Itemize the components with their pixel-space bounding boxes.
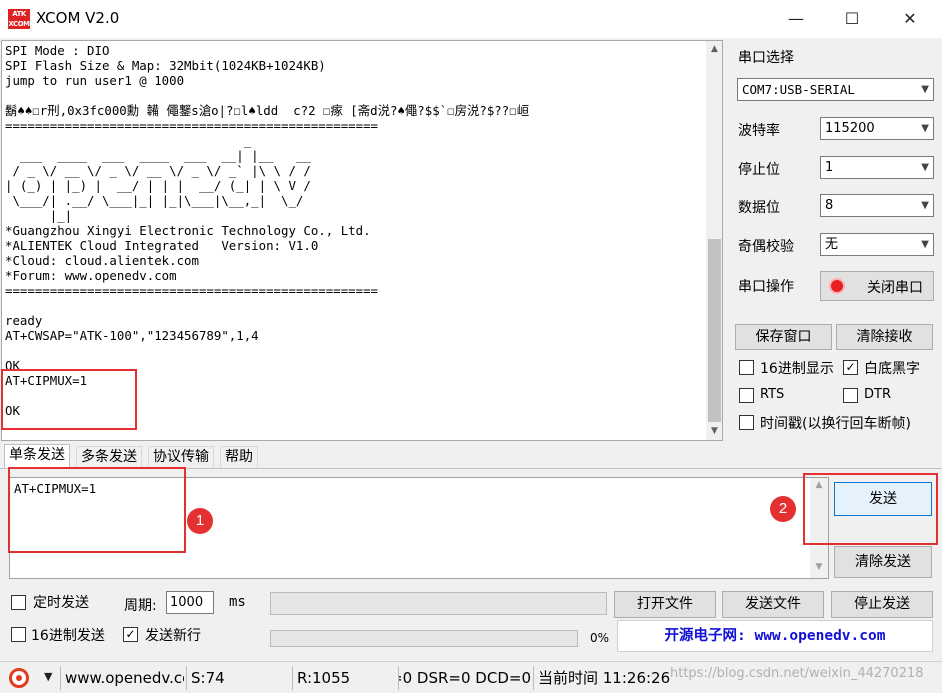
- rts-checkbox[interactable]: [739, 388, 754, 403]
- receive-text: SPI Mode : DIO SPI Flash Size & Map: 32M…: [5, 43, 530, 418]
- send-progress-bar: [270, 630, 578, 647]
- period-input[interactable]: 1000: [166, 591, 214, 614]
- stop-bits-label: 停止位: [738, 162, 780, 178]
- data-bits-value: 8: [825, 198, 834, 213]
- chevron-down-icon: ▼: [921, 123, 929, 134]
- baud-value: 115200: [825, 121, 875, 136]
- status-current-time: 当前时间 11:26:26: [533, 666, 673, 690]
- tab-help[interactable]: 帮助: [220, 446, 258, 468]
- close-port-button[interactable]: 关闭串口: [820, 271, 934, 301]
- period-label: 周期:: [124, 598, 157, 614]
- annotation-badge-1: 1: [187, 508, 213, 534]
- chevron-down-icon: ▼: [921, 239, 929, 250]
- port-status-light-icon: [829, 278, 845, 294]
- port-select[interactable]: COM7:USB-SERIAL ▼: [737, 78, 934, 101]
- scroll-up-icon[interactable]: ▲: [706, 41, 722, 58]
- send-progress-text: 0%: [590, 631, 610, 645]
- scroll-down-icon[interactable]: ▼: [706, 423, 722, 440]
- hex-send-checkbox[interactable]: [11, 627, 26, 642]
- scroll-down-icon[interactable]: ▼: [810, 562, 828, 572]
- open-file-button[interactable]: 打开文件: [614, 591, 716, 618]
- tab-single-send[interactable]: 单条发送: [4, 444, 70, 469]
- white-black-label: 白底黑字: [864, 361, 920, 377]
- forum-link[interactable]: 开源电子网: www.openedv.com: [617, 620, 933, 652]
- window-title: XCOM V2.0: [36, 9, 120, 27]
- status-url[interactable]: www.openedv.com: [60, 666, 184, 690]
- timed-send-label: 定时发送: [33, 595, 89, 611]
- settings-icon[interactable]: [9, 668, 29, 688]
- close-button[interactable]: ✕: [882, 0, 938, 38]
- parity-label: 奇偶校验: [738, 239, 794, 255]
- app-logo: ATK XCOM: [8, 9, 30, 29]
- minimize-button[interactable]: —: [768, 0, 824, 38]
- send-status-field: [270, 592, 607, 615]
- data-bits-label: 数据位: [738, 200, 780, 216]
- highlight-send-input: [8, 467, 186, 553]
- hex-send-label: 16进制发送: [31, 628, 105, 644]
- dtr-label: DTR: [864, 387, 891, 402]
- chevron-down-icon[interactable]: ▼: [44, 670, 52, 683]
- port-select-value: COM7:USB-SERIAL: [742, 82, 855, 97]
- timed-send-checkbox[interactable]: [11, 595, 26, 610]
- hex-display-label: 16进制显示: [760, 361, 834, 377]
- highlight-receive-reply: [1, 369, 137, 430]
- receive-scrollbar[interactable]: ▲ ▼: [706, 41, 722, 440]
- chevron-down-icon: ▼: [921, 162, 929, 173]
- status-sent-count: S:74: [186, 666, 290, 690]
- tab-protocol[interactable]: 协议传输: [148, 446, 214, 468]
- parity-value: 无: [825, 237, 839, 252]
- tab-multi-send[interactable]: 多条发送: [76, 446, 142, 468]
- send-file-button[interactable]: 发送文件: [722, 591, 824, 618]
- stop-bits-value: 1: [825, 160, 834, 175]
- chevron-down-icon: ▼: [921, 200, 929, 211]
- white-black-checkbox[interactable]: ✓: [843, 360, 858, 375]
- watermark: https://blog.csdn.net/weixin_44270218: [670, 666, 924, 681]
- send-newline-label: 发送新行: [145, 628, 201, 644]
- baud-select[interactable]: 115200 ▼: [820, 117, 934, 140]
- data-bits-select[interactable]: 8 ▼: [820, 194, 934, 217]
- maximize-button[interactable]: ☐: [824, 0, 880, 38]
- hex-display-checkbox[interactable]: [739, 360, 754, 375]
- period-unit: ms: [229, 594, 246, 610]
- status-signal-lines: CTS=0 DSR=0 DCD=0: [398, 666, 531, 690]
- stop-bits-select[interactable]: 1 ▼: [820, 156, 934, 179]
- clear-receive-button[interactable]: 清除接收: [836, 324, 933, 350]
- highlight-send-button: [803, 473, 938, 545]
- baud-label: 波特率: [738, 123, 780, 139]
- chevron-down-icon: ▼: [921, 84, 929, 95]
- scroll-thumb[interactable]: [708, 239, 721, 422]
- timestamp-label: 时间戳(以换行回车断帧): [760, 416, 911, 432]
- save-window-button[interactable]: 保存窗口: [735, 324, 832, 350]
- send-newline-checkbox[interactable]: ✓: [123, 627, 138, 642]
- annotation-badge-2: 2: [770, 496, 796, 522]
- rts-label: RTS: [760, 387, 785, 402]
- port-op-label: 串口操作: [738, 279, 794, 295]
- timestamp-checkbox[interactable]: [739, 415, 754, 430]
- dtr-checkbox[interactable]: [843, 388, 858, 403]
- status-recv-count: R:1055: [292, 666, 396, 690]
- clear-send-button[interactable]: 清除发送: [834, 546, 932, 578]
- port-select-label: 串口选择: [738, 50, 794, 66]
- parity-select[interactable]: 无 ▼: [820, 233, 934, 256]
- close-port-label: 关闭串口: [867, 280, 923, 296]
- stop-send-button[interactable]: 停止发送: [831, 591, 933, 618]
- title-bar: ATK XCOM XCOM V2.0 — ☐ ✕: [0, 0, 942, 38]
